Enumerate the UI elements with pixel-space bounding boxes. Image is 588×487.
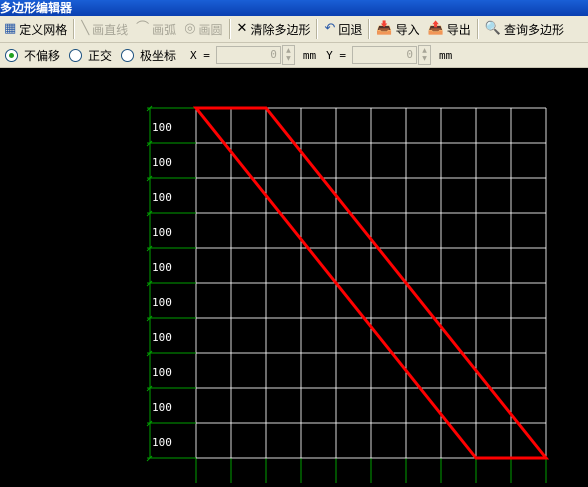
row-label: 100 — [152, 226, 172, 239]
draw-line-label: 画直线 — [92, 22, 129, 37]
y-input[interactable]: 0 — [352, 46, 418, 64]
row-label: 100 — [152, 261, 172, 274]
toolbar-separator — [73, 19, 76, 39]
undo-label: 回退 — [338, 22, 363, 37]
y-spinner[interactable]: ▲ ▼ — [418, 45, 432, 65]
row-label: 100 — [152, 401, 172, 414]
y-label: Y = — [326, 48, 347, 62]
export-icon: 📤 — [427, 21, 444, 36]
define-grid-button[interactable]: ▦ 定义网格 — [0, 18, 71, 40]
x-input[interactable]: 0 — [215, 46, 281, 64]
import-icon: 📥 — [376, 21, 393, 36]
row-label: 100 — [152, 331, 172, 344]
no-offset-radio[interactable]: 不偏移 — [5, 47, 60, 64]
arc-icon: ⌒ — [136, 21, 150, 36]
import-button[interactable]: 📥 导入 — [372, 18, 423, 40]
toolbar: ▦ 定义网格 ╲ 画直线 ⌒ 画弧 ◎ 画圆 ✕ 清除多边形 ↶ 回退 📥 导入… — [0, 16, 588, 43]
export-label: 导出 — [446, 22, 471, 37]
row-label: 100 — [152, 156, 172, 169]
circle-icon: ◎ — [184, 21, 196, 36]
draw-circle-label: 画圆 — [198, 22, 223, 37]
line-icon: ╲ — [81, 21, 90, 36]
spin-down-icon: ▼ — [286, 55, 291, 62]
window-title: 多边形编辑器 — [0, 0, 588, 16]
radio-selected-icon — [5, 48, 18, 62]
clear-polygon-button[interactable]: ✕ 清除多边形 — [233, 18, 315, 40]
polar-radio[interactable]: 极坐标 — [121, 47, 176, 64]
row-label: 100 — [152, 436, 172, 449]
y-unit: mm — [439, 48, 453, 62]
spin-down-icon: ▼ — [422, 55, 427, 62]
spin-up-icon: ▲ — [422, 47, 427, 54]
x-unit: mm — [302, 48, 317, 62]
draw-circle-button[interactable]: ◎ 画圆 — [180, 18, 226, 40]
undo-button[interactable]: ↶ 回退 — [320, 18, 366, 40]
radio-icon — [69, 48, 83, 62]
orthogonal-label: 正交 — [88, 48, 113, 63]
export-button[interactable]: 📤 导出 — [424, 18, 475, 40]
undo-icon: ↶ — [324, 21, 336, 36]
no-offset-label: 不偏移 — [24, 48, 61, 63]
radio-icon — [121, 48, 135, 62]
orthogonal-radio[interactable]: 正交 — [69, 47, 112, 64]
toolbar-separator — [368, 19, 371, 39]
define-grid-label: 定义网格 — [19, 22, 68, 37]
toolbar-separator — [228, 19, 231, 39]
query-polygon-button[interactable]: 🔍 查询多边形 — [481, 18, 568, 40]
polar-label: 极坐标 — [140, 48, 177, 63]
row-label: 100 — [152, 366, 172, 379]
options-bar: 不偏移 正交 极坐标 X = 0 ▲ ▼ mm Y = 0 ▲ ▼ mm — [0, 43, 588, 68]
close-icon: ✕ — [236, 21, 248, 36]
clear-polygon-label: 清除多边形 — [250, 22, 311, 37]
grid-icon: ▦ — [4, 21, 17, 36]
row-label: 100 — [152, 296, 172, 309]
draw-line-button[interactable]: ╲ 画直线 — [77, 18, 132, 40]
query-polygon-label: 查询多边形 — [503, 22, 564, 37]
draw-arc-label: 画弧 — [152, 22, 177, 37]
spin-up-icon: ▲ — [286, 47, 291, 54]
x-spinner[interactable]: ▲ ▼ — [281, 45, 295, 65]
row-label: 100 — [152, 121, 172, 134]
draw-arc-button[interactable]: ⌒ 画弧 — [132, 18, 180, 40]
drawing-canvas[interactable]: 100 100 100 100 100 100 100 100 100 100 — [0, 68, 588, 483]
row-label: 100 — [152, 191, 172, 204]
x-label: X = — [190, 48, 210, 62]
toolbar-separator — [316, 19, 319, 39]
grid-svg[interactable] — [0, 68, 588, 483]
import-label: 导入 — [395, 22, 420, 37]
toolbar-separator — [476, 19, 479, 39]
search-icon: 🔍 — [484, 21, 501, 36]
